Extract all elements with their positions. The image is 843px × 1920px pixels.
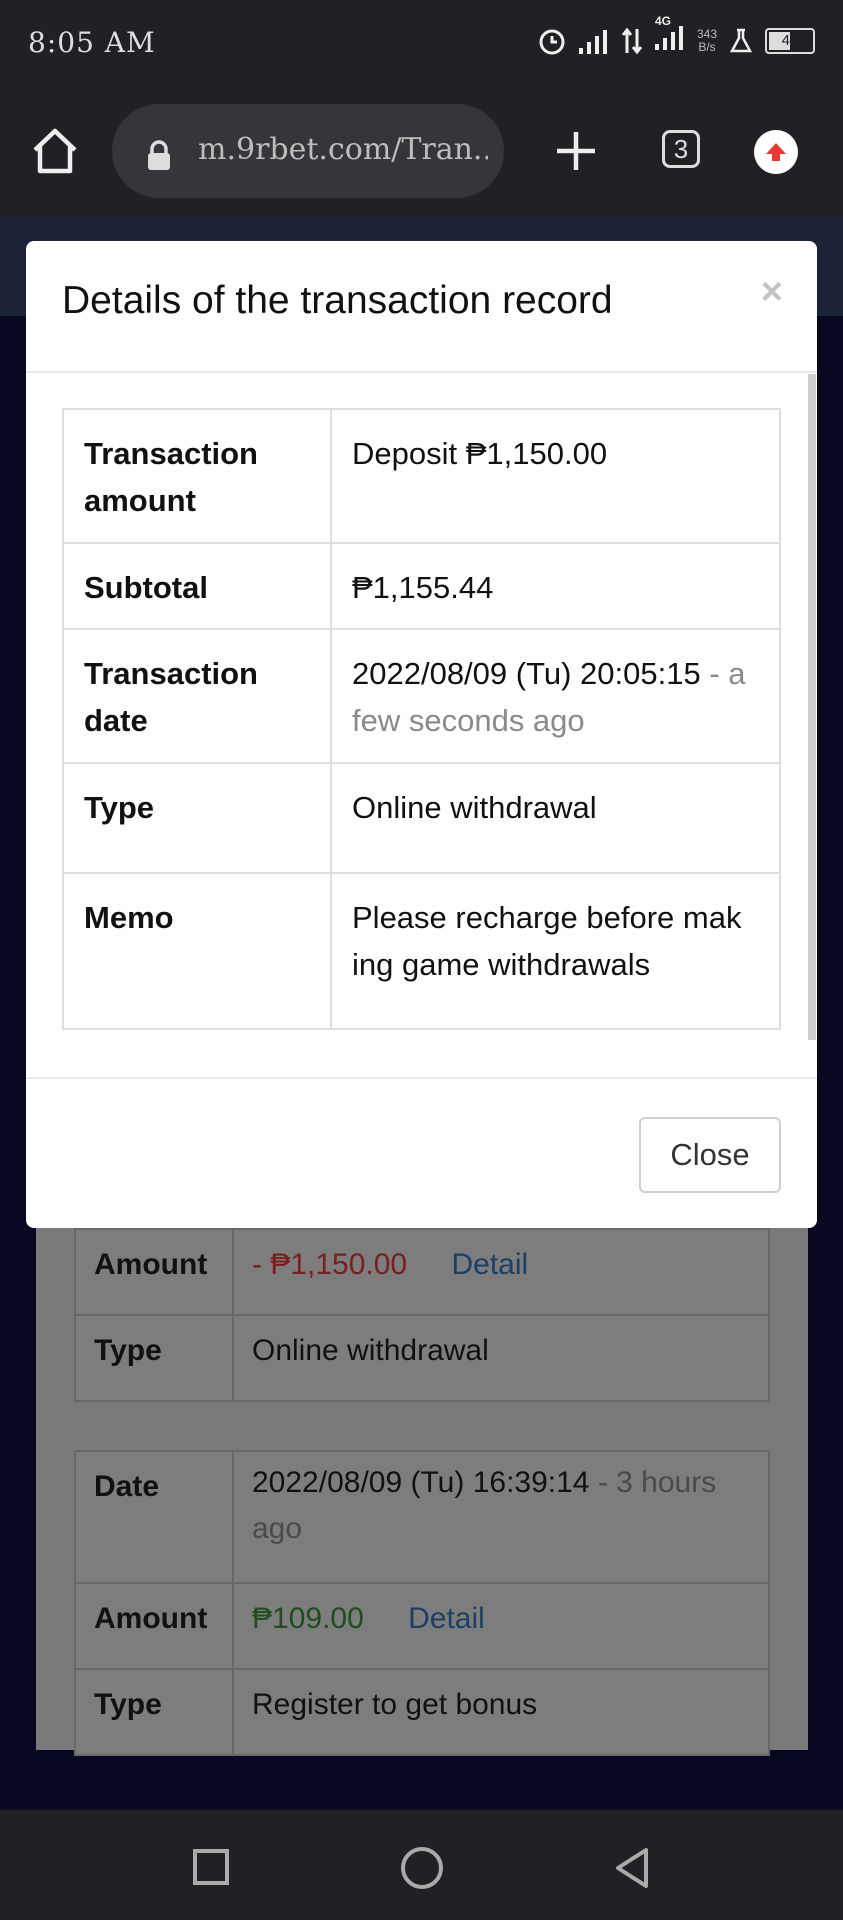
url-text: m.9rbet.com/Tran... xyxy=(198,132,488,167)
modal-scrollbar[interactable] xyxy=(808,374,816,1040)
flask-icon xyxy=(729,28,753,52)
modal-header: Details of the transaction record × xyxy=(26,241,817,373)
modal-title: Details of the transaction record xyxy=(62,279,613,322)
modal-footer: Close xyxy=(26,1077,817,1228)
close-icon[interactable]: × xyxy=(761,271,783,314)
update-button[interactable] xyxy=(754,130,798,174)
modal-body: Transaction amount Deposit ₱1,150.00 Sub… xyxy=(26,373,817,1076)
table-row: Transaction amount Deposit ₱1,150.00 xyxy=(62,408,781,544)
lock-icon xyxy=(148,140,170,170)
amount-label: Amount xyxy=(74,1582,234,1670)
amount-value: - ₱1,150.00 xyxy=(252,1248,408,1281)
tab-count: 3 xyxy=(673,133,689,164)
arrow-up-icon xyxy=(766,143,786,161)
net-speed-value: 343 xyxy=(696,26,717,41)
type-label: Type xyxy=(74,1314,234,1402)
transaction-date-value: 2022/08/09 (Tu) 20:05:15 xyxy=(352,656,701,691)
recents-icon[interactable] xyxy=(192,1848,230,1886)
type-label: Type xyxy=(74,1668,234,1756)
system-navigation-bar xyxy=(0,1810,843,1920)
type-value: Register to get bonus xyxy=(232,1668,770,1756)
table-row: Type Online withdrawal xyxy=(74,1314,770,1402)
new-tab-icon[interactable] xyxy=(553,128,599,174)
transaction-detail-modal: Details of the transaction record × Tran… xyxy=(26,241,817,1228)
address-bar[interactable]: m.9rbet.com/Tran... xyxy=(112,104,504,198)
amount-label: Amount xyxy=(74,1228,234,1316)
amount-cell: - ₱1,150.00 Detail xyxy=(232,1228,770,1316)
home-icon[interactable] xyxy=(30,126,80,176)
table-row: Date 2022/08/09 (Tu) 16:39:14 - 3 hours … xyxy=(74,1450,770,1584)
detail-link[interactable]: Detail xyxy=(451,1248,528,1281)
table-row: Subtotal ₱1,155.44 xyxy=(62,542,781,630)
date-value: 2022/08/09 (Tu) 16:39:14 xyxy=(252,1466,590,1499)
status-time: 8:05 AM xyxy=(28,26,156,59)
amount-cell: ₱109.00 Detail xyxy=(232,1582,770,1670)
transaction-amount-label: Transaction amount xyxy=(62,408,332,544)
record-table-1: Amount - ₱1,150.00 Detail Type Online wi… xyxy=(74,1228,770,1402)
network-4g-signal: 4G xyxy=(654,14,685,57)
battery-level: 49 xyxy=(781,32,799,49)
table-row: Type Register to get bonus xyxy=(74,1668,770,1756)
home-circle-icon[interactable] xyxy=(400,1846,444,1890)
detail-table: Transaction amount Deposit ₱1,150.00 Sub… xyxy=(62,408,781,1030)
table-row: Transaction date 2022/08/09 (Tu) 20:05:1… xyxy=(62,628,781,764)
battery-icon: 49 xyxy=(765,27,815,54)
transaction-amount-value: Deposit ₱1,150.00 xyxy=(330,408,781,544)
subtotal-label: Subtotal xyxy=(62,542,332,630)
data-transfer-icon xyxy=(621,27,643,54)
date-label: Date xyxy=(74,1450,234,1584)
browser-toolbar: m.9rbet.com/Tran... 3 xyxy=(0,88,843,216)
close-button[interactable]: Close xyxy=(639,1117,781,1193)
table-row: Amount - ₱1,150.00 Detail xyxy=(74,1228,770,1316)
network-type: 4G xyxy=(654,14,671,28)
signal-icon xyxy=(578,29,607,54)
status-bar: 8:05 AM 4G 343 B/s 49 xyxy=(0,0,843,88)
table-row: Memo Please recharge before mak ing game… xyxy=(62,872,781,1030)
transaction-date-label: Transaction date xyxy=(62,628,332,764)
net-speed-unit: B/s xyxy=(698,39,716,54)
net-speed: 343 B/s xyxy=(696,26,717,54)
alarm-icon xyxy=(539,29,565,54)
type-value: Online withdrawal xyxy=(330,762,781,874)
subtotal-value: ₱1,155.44 xyxy=(330,542,781,630)
type-label: Type xyxy=(62,762,332,874)
memo-label: Memo xyxy=(62,872,332,1030)
tab-switcher-button[interactable]: 3 xyxy=(662,130,700,168)
date-cell: 2022/08/09 (Tu) 16:39:14 - 3 hours ago xyxy=(232,1450,770,1584)
record-table-2: Date 2022/08/09 (Tu) 16:39:14 - 3 hours … xyxy=(74,1450,770,1756)
status-icons: 4G 343 B/s 49 xyxy=(537,14,815,57)
table-row: Amount ₱109.00 Detail xyxy=(74,1582,770,1670)
detail-link[interactable]: Detail xyxy=(408,1602,485,1635)
back-icon[interactable] xyxy=(612,1846,652,1890)
amount-value: ₱109.00 xyxy=(252,1602,364,1635)
type-value: Online withdrawal xyxy=(232,1314,770,1402)
memo-value: Please recharge before mak ing game with… xyxy=(330,872,781,1030)
transaction-date-cell: 2022/08/09 (Tu) 20:05:15 - a few seconds… xyxy=(330,628,781,764)
table-row: Type Online withdrawal xyxy=(62,762,781,874)
